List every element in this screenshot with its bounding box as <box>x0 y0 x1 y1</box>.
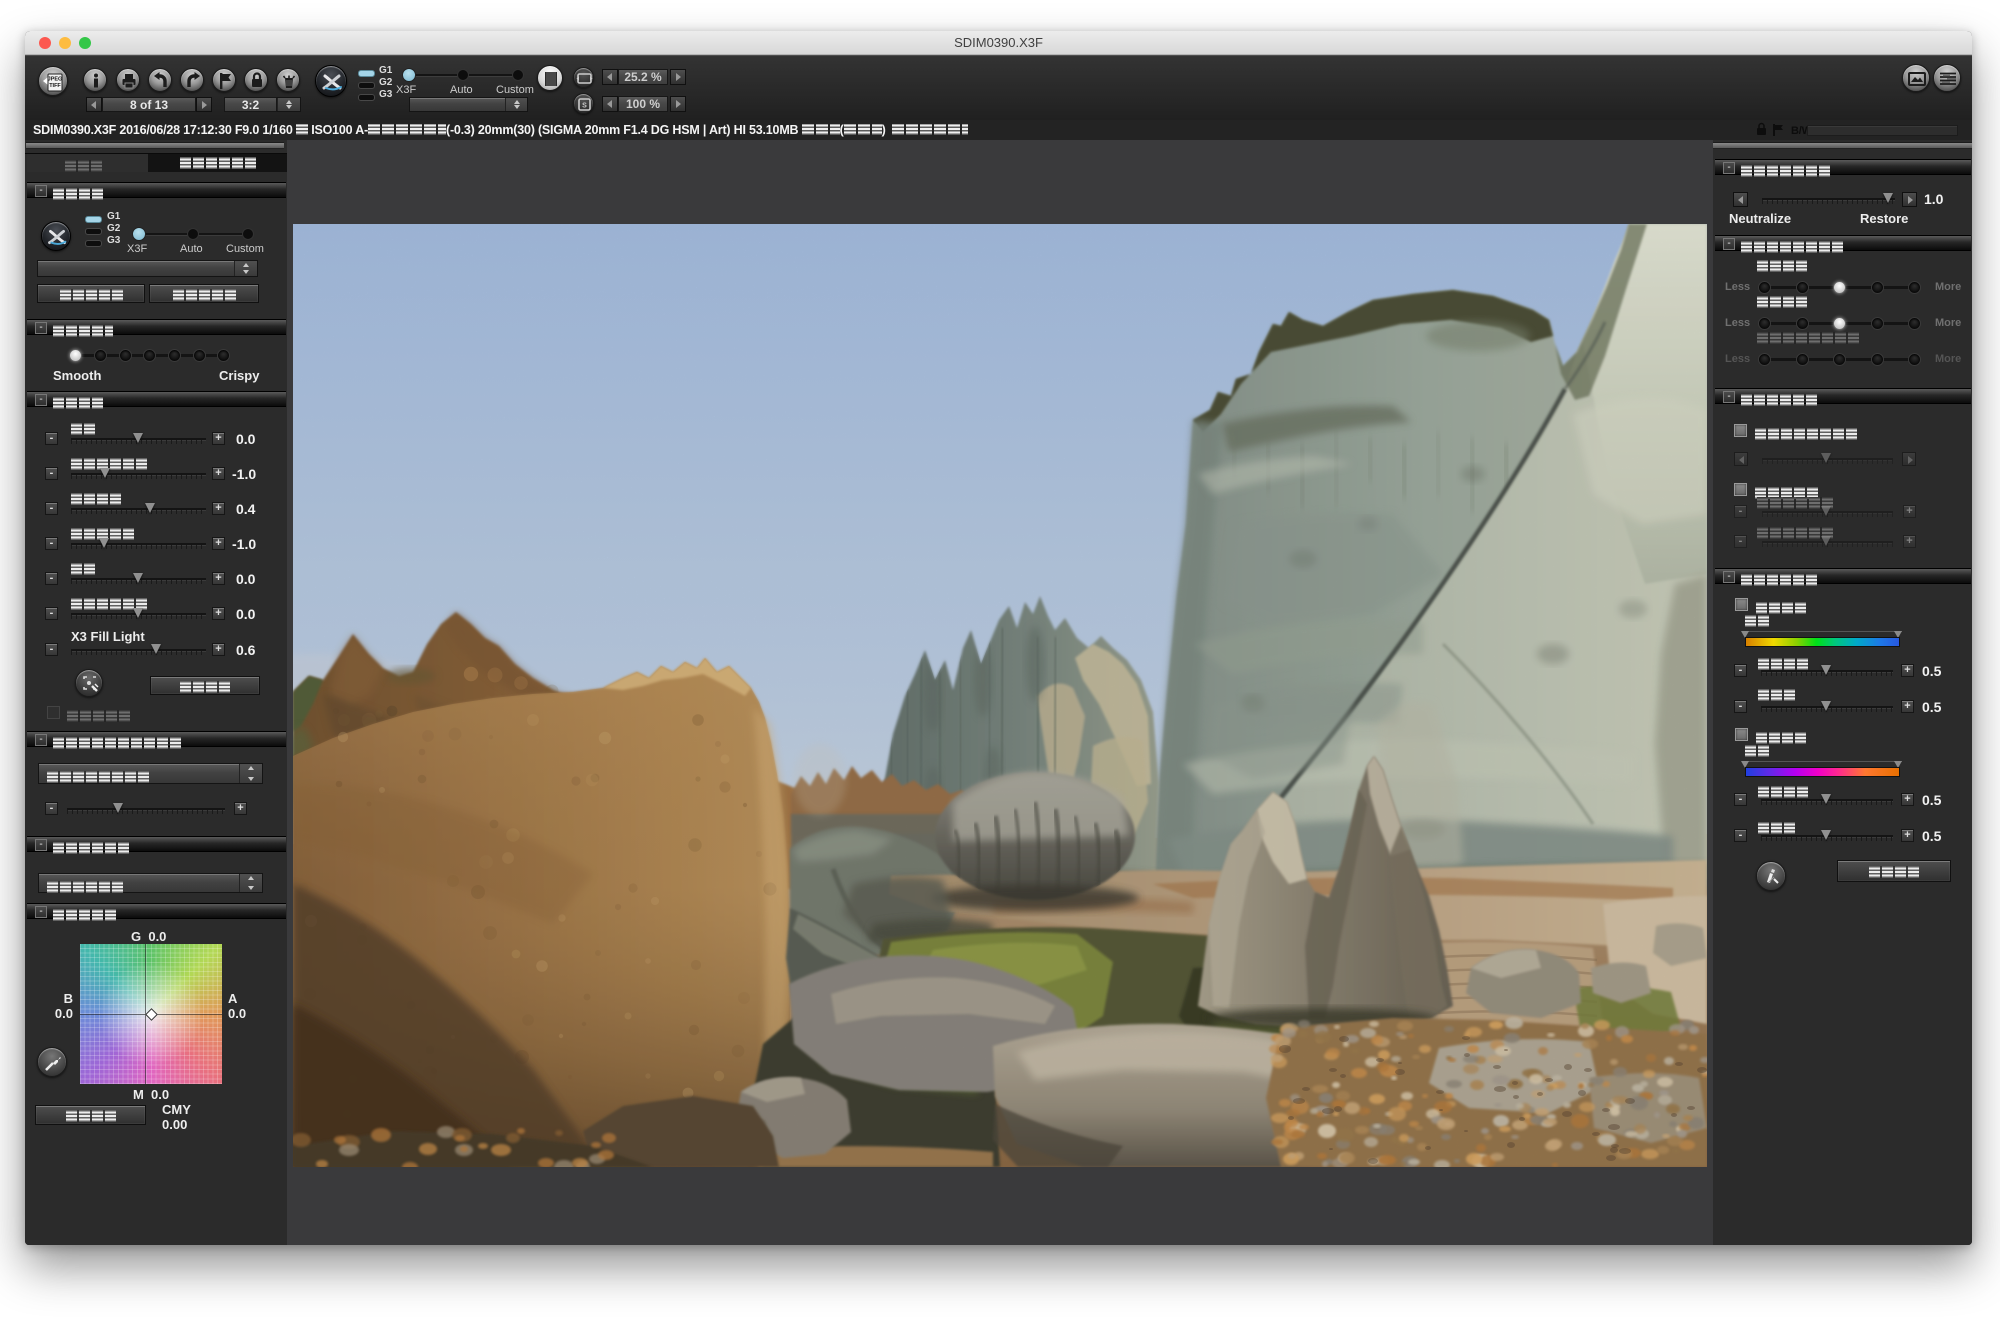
svg-text:S: S <box>582 103 587 110</box>
svg-text:JPEG: JPEG <box>48 77 63 83</box>
svg-text:TIFF: TIFF <box>49 83 61 89</box>
